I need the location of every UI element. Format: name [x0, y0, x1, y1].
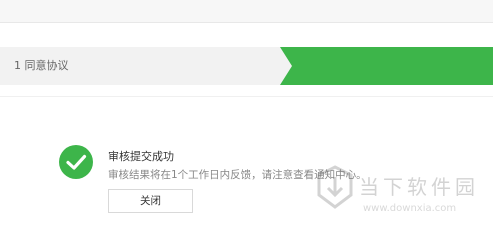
watermark-logo-icon — [317, 165, 353, 209]
step-progress-bar: 1 同意协议 — [0, 47, 493, 85]
watermark: 当下软件园 www.downxia.com — [315, 165, 485, 225]
checkmark-circle-icon — [59, 145, 93, 179]
top-bar — [0, 0, 493, 23]
watermark-url: www.downxia.com — [363, 203, 457, 214]
close-button[interactable]: 关闭 — [108, 189, 193, 213]
step-progress-fill — [280, 47, 493, 85]
step-label: 1 同意协议 — [14, 59, 69, 72]
success-title: 审核提交成功 — [108, 150, 174, 163]
watermark-name: 当下软件园 — [359, 175, 479, 199]
divider — [0, 96, 493, 97]
